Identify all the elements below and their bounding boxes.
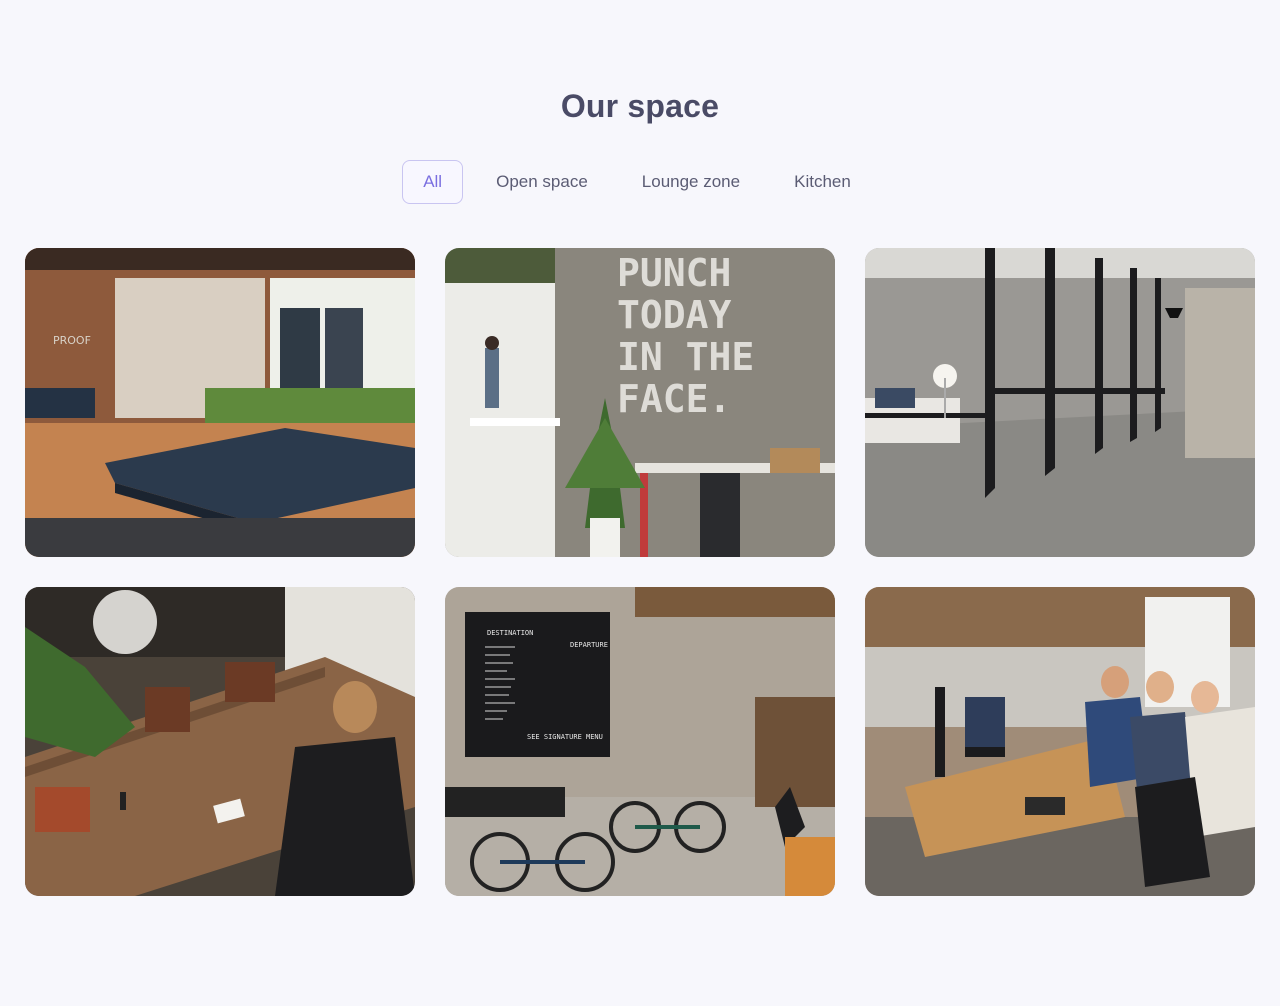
- wall-text-line-1: PUNCH: [617, 251, 731, 295]
- board-title-right: DEPARTURE: [570, 641, 608, 649]
- glass-corridor-photo-image: [865, 248, 1255, 557]
- departure-board-photo-image: DESTINATION DEPARTURE SEE SIGNATURE MENU: [445, 587, 835, 896]
- tab-open-space[interactable]: Open space: [469, 160, 615, 204]
- wall-text-line-3: IN THE: [617, 335, 754, 379]
- wall-text-line-2: TODAY: [617, 293, 732, 337]
- proof-sign: PROOF: [53, 334, 91, 347]
- filter-tabs: All Open space Lounge zone Kitchen: [0, 160, 1280, 204]
- photo-gallery: PROOF PUNCH TODAY IN THE FACE. DESTINATI…: [25, 248, 1255, 896]
- team-desks-photo-image: [865, 587, 1255, 896]
- tab-kitchen[interactable]: Kitchen: [767, 160, 878, 204]
- page-title: Our space: [560, 88, 720, 124]
- board-title-left: DESTINATION: [487, 629, 533, 637]
- gallery-photo-wooden-table[interactable]: [25, 587, 415, 896]
- gallery-photo-punch-wall[interactable]: PUNCH TODAY IN THE FACE.: [445, 248, 835, 557]
- board-footer: SEE SIGNATURE MENU: [527, 733, 603, 741]
- tab-all[interactable]: All: [402, 160, 464, 204]
- gallery-photo-departure-board[interactable]: DESTINATION DEPARTURE SEE SIGNATURE MENU: [445, 587, 835, 896]
- ping-pong-photo-image: PROOF: [25, 248, 415, 557]
- wooden-table-photo-image: [25, 587, 415, 896]
- tab-lounge-zone[interactable]: Lounge zone: [615, 160, 767, 204]
- wall-text-line-4: FACE.: [617, 377, 731, 421]
- gallery-photo-team-desks[interactable]: [865, 587, 1255, 896]
- gallery-photo-ping-pong[interactable]: PROOF: [25, 248, 415, 557]
- gallery-photo-glass-corridor[interactable]: [865, 248, 1255, 557]
- punch-wall-photo-image: PUNCH TODAY IN THE FACE.: [445, 248, 835, 557]
